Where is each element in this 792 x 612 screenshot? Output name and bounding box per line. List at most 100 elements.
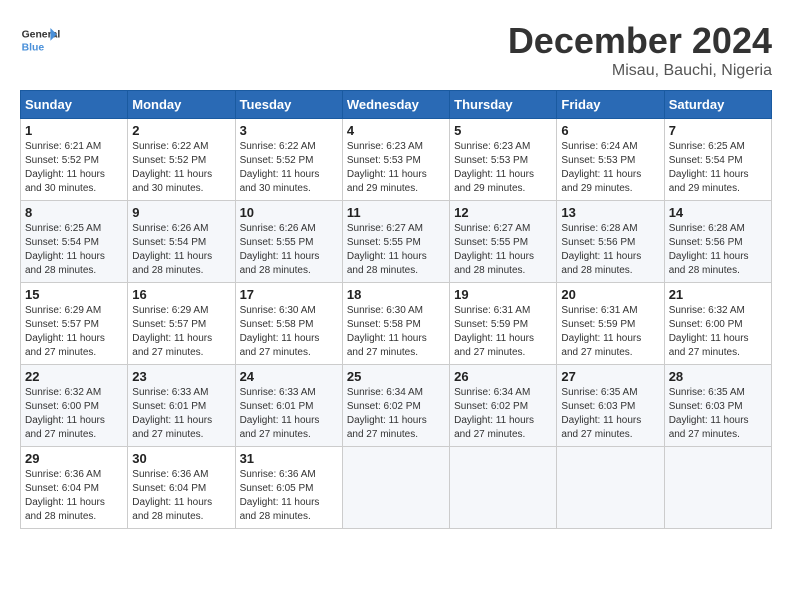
day-number: 31 bbox=[240, 451, 338, 466]
day-number: 27 bbox=[561, 369, 659, 384]
day-number: 20 bbox=[561, 287, 659, 302]
day-info: Sunrise: 6:26 AMSunset: 5:55 PMDaylight:… bbox=[240, 222, 338, 278]
day-number: 26 bbox=[454, 369, 552, 384]
calendar-cell: 4 Sunrise: 6:23 AMSunset: 5:53 PMDaylight… bbox=[342, 119, 449, 201]
col-thursday: Thursday bbox=[450, 91, 557, 119]
calendar-cell: 20 Sunrise: 6:31 AMSunset: 5:59 PMDayligh… bbox=[557, 283, 664, 365]
day-number: 9 bbox=[132, 205, 230, 220]
col-sunday: Sunday bbox=[21, 91, 128, 119]
day-info: Sunrise: 6:32 AMSunset: 6:00 PMDaylight:… bbox=[25, 386, 123, 442]
day-number: 2 bbox=[132, 123, 230, 138]
logo: General Blue bbox=[20, 20, 65, 60]
calendar-cell: 13 Sunrise: 6:28 AMSunset: 5:56 PMDayligh… bbox=[557, 201, 664, 283]
day-number: 3 bbox=[240, 123, 338, 138]
day-number: 22 bbox=[25, 369, 123, 384]
day-info: Sunrise: 6:35 AMSunset: 6:03 PMDaylight:… bbox=[669, 386, 767, 442]
day-info: Sunrise: 6:23 AMSunset: 5:53 PMDaylight:… bbox=[454, 140, 552, 196]
day-info: Sunrise: 6:29 AMSunset: 5:57 PMDaylight:… bbox=[25, 304, 123, 360]
page-header: General Blue December 2024 Misau, Bauchi… bbox=[20, 20, 772, 80]
day-info: Sunrise: 6:29 AMSunset: 5:57 PMDaylight:… bbox=[132, 304, 230, 360]
day-info: Sunrise: 6:34 AMSunset: 6:02 PMDaylight:… bbox=[454, 386, 552, 442]
title-block: December 2024 Misau, Bauchi, Nigeria bbox=[508, 20, 772, 80]
calendar-table: Sunday Monday Tuesday Wednesday Thursday… bbox=[20, 90, 772, 529]
day-number: 11 bbox=[347, 205, 445, 220]
calendar-cell: 22 Sunrise: 6:32 AMSunset: 6:00 PMDayligh… bbox=[21, 365, 128, 447]
day-number: 6 bbox=[561, 123, 659, 138]
calendar-header-row: Sunday Monday Tuesday Wednesday Thursday… bbox=[21, 91, 772, 119]
day-number: 14 bbox=[669, 205, 767, 220]
calendar-cell: 31 Sunrise: 6:36 AMSunset: 6:05 PMDayligh… bbox=[235, 447, 342, 529]
col-wednesday: Wednesday bbox=[342, 91, 449, 119]
day-info: Sunrise: 6:24 AMSunset: 5:53 PMDaylight:… bbox=[561, 140, 659, 196]
calendar-cell: 6 Sunrise: 6:24 AMSunset: 5:53 PMDaylight… bbox=[557, 119, 664, 201]
day-info: Sunrise: 6:21 AMSunset: 5:52 PMDaylight:… bbox=[25, 140, 123, 196]
calendar-cell bbox=[557, 447, 664, 529]
logo-icon: General Blue bbox=[20, 20, 60, 60]
calendar-cell: 10 Sunrise: 6:26 AMSunset: 5:55 PMDayligh… bbox=[235, 201, 342, 283]
day-info: Sunrise: 6:32 AMSunset: 6:00 PMDaylight:… bbox=[669, 304, 767, 360]
day-info: Sunrise: 6:35 AMSunset: 6:03 PMDaylight:… bbox=[561, 386, 659, 442]
calendar-cell bbox=[342, 447, 449, 529]
day-info: Sunrise: 6:28 AMSunset: 5:56 PMDaylight:… bbox=[669, 222, 767, 278]
month-title: December 2024 bbox=[508, 20, 772, 62]
calendar-cell: 19 Sunrise: 6:31 AMSunset: 5:59 PMDayligh… bbox=[450, 283, 557, 365]
day-number: 13 bbox=[561, 205, 659, 220]
day-number: 18 bbox=[347, 287, 445, 302]
calendar-row: 29Sunrise: 6:36 AMSunset: 6:04 PMDayligh… bbox=[21, 447, 772, 529]
calendar-cell: 9 Sunrise: 6:26 AMSunset: 5:54 PMDaylight… bbox=[128, 201, 235, 283]
calendar-cell: 30 Sunrise: 6:36 AMSunset: 6:04 PMDayligh… bbox=[128, 447, 235, 529]
col-saturday: Saturday bbox=[664, 91, 771, 119]
day-info: Sunrise: 6:33 AMSunset: 6:01 PMDaylight:… bbox=[132, 386, 230, 442]
day-number: 17 bbox=[240, 287, 338, 302]
day-number: 19 bbox=[454, 287, 552, 302]
calendar-cell: 1Sunrise: 6:21 AMSunset: 5:52 PMDaylight… bbox=[21, 119, 128, 201]
day-info: Sunrise: 6:23 AMSunset: 5:53 PMDaylight:… bbox=[347, 140, 445, 196]
day-info: Sunrise: 6:26 AMSunset: 5:54 PMDaylight:… bbox=[132, 222, 230, 278]
day-info: Sunrise: 6:31 AMSunset: 5:59 PMDaylight:… bbox=[561, 304, 659, 360]
calendar-cell: 25 Sunrise: 6:34 AMSunset: 6:02 PMDayligh… bbox=[342, 365, 449, 447]
calendar-row: 22 Sunrise: 6:32 AMSunset: 6:00 PMDayligh… bbox=[21, 365, 772, 447]
day-number: 12 bbox=[454, 205, 552, 220]
calendar-cell: 17 Sunrise: 6:30 AMSunset: 5:58 PMDayligh… bbox=[235, 283, 342, 365]
day-info: Sunrise: 6:31 AMSunset: 5:59 PMDaylight:… bbox=[454, 304, 552, 360]
calendar-cell: 24 Sunrise: 6:33 AMSunset: 6:01 PMDayligh… bbox=[235, 365, 342, 447]
day-info: Sunrise: 6:33 AMSunset: 6:01 PMDaylight:… bbox=[240, 386, 338, 442]
day-info: Sunrise: 6:25 AMSunset: 5:54 PMDaylight:… bbox=[669, 140, 767, 196]
day-info: Sunrise: 6:30 AMSunset: 5:58 PMDaylight:… bbox=[240, 304, 338, 360]
day-info: Sunrise: 6:36 AMSunset: 6:04 PMDaylight:… bbox=[132, 468, 230, 524]
day-number: 10 bbox=[240, 205, 338, 220]
calendar-cell: 3 Sunrise: 6:22 AMSunset: 5:52 PMDaylight… bbox=[235, 119, 342, 201]
day-number: 30 bbox=[132, 451, 230, 466]
day-info: Sunrise: 6:36 AMSunset: 6:04 PMDaylight:… bbox=[25, 468, 123, 524]
day-number: 7 bbox=[669, 123, 767, 138]
day-number: 24 bbox=[240, 369, 338, 384]
calendar-cell: 8Sunrise: 6:25 AMSunset: 5:54 PMDaylight… bbox=[21, 201, 128, 283]
col-friday: Friday bbox=[557, 91, 664, 119]
day-info: Sunrise: 6:27 AMSunset: 5:55 PMDaylight:… bbox=[347, 222, 445, 278]
day-number: 25 bbox=[347, 369, 445, 384]
calendar-cell: 23Sunrise: 6:33 AMSunset: 6:01 PMDayligh… bbox=[128, 365, 235, 447]
svg-text:Blue: Blue bbox=[22, 42, 45, 53]
day-info: Sunrise: 6:30 AMSunset: 5:58 PMDaylight:… bbox=[347, 304, 445, 360]
calendar-cell: 29Sunrise: 6:36 AMSunset: 6:04 PMDayligh… bbox=[21, 447, 128, 529]
calendar-cell: 2 Sunrise: 6:22 AMSunset: 5:52 PMDaylight… bbox=[128, 119, 235, 201]
calendar-row: 1Sunrise: 6:21 AMSunset: 5:52 PMDaylight… bbox=[21, 119, 772, 201]
day-number: 4 bbox=[347, 123, 445, 138]
day-number: 8 bbox=[25, 205, 123, 220]
day-info: Sunrise: 6:22 AMSunset: 5:52 PMDaylight:… bbox=[132, 140, 230, 196]
day-info: Sunrise: 6:22 AMSunset: 5:52 PMDaylight:… bbox=[240, 140, 338, 196]
calendar-cell: 21Sunrise: 6:32 AMSunset: 6:00 PMDayligh… bbox=[664, 283, 771, 365]
calendar-cell bbox=[664, 447, 771, 529]
calendar-cell: 5Sunrise: 6:23 AMSunset: 5:53 PMDaylight… bbox=[450, 119, 557, 201]
calendar-cell bbox=[450, 447, 557, 529]
col-tuesday: Tuesday bbox=[235, 91, 342, 119]
day-info: Sunrise: 6:28 AMSunset: 5:56 PMDaylight:… bbox=[561, 222, 659, 278]
calendar-cell: 7 Sunrise: 6:25 AMSunset: 5:54 PMDaylight… bbox=[664, 119, 771, 201]
day-number: 28 bbox=[669, 369, 767, 384]
day-info: Sunrise: 6:36 AMSunset: 6:05 PMDaylight:… bbox=[240, 468, 338, 524]
location: Misau, Bauchi, Nigeria bbox=[508, 62, 772, 80]
calendar-cell: 12Sunrise: 6:27 AMSunset: 5:55 PMDayligh… bbox=[450, 201, 557, 283]
calendar-row: 8Sunrise: 6:25 AMSunset: 5:54 PMDaylight… bbox=[21, 201, 772, 283]
day-info: Sunrise: 6:34 AMSunset: 6:02 PMDaylight:… bbox=[347, 386, 445, 442]
calendar-cell: 28 Sunrise: 6:35 AMSunset: 6:03 PMDayligh… bbox=[664, 365, 771, 447]
